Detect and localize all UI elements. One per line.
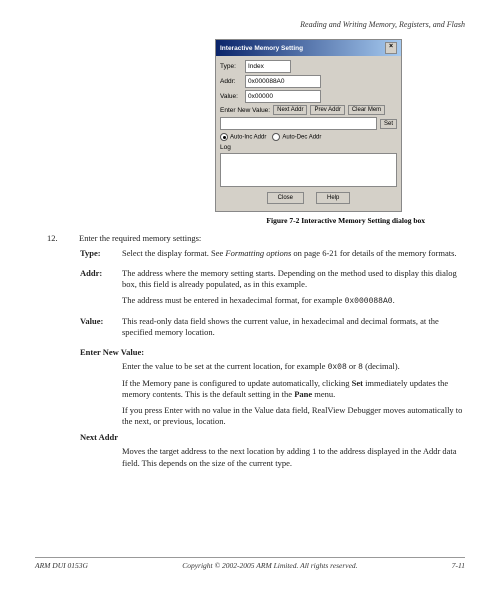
log-textarea[interactable] — [220, 153, 397, 187]
value-field-label: Value: — [80, 316, 122, 343]
prev-addr-button[interactable]: Prev Addr — [310, 105, 344, 115]
log-label: Log — [220, 144, 397, 151]
value-label: Value: — [220, 93, 242, 100]
next-addr-button[interactable]: Next Addr — [273, 105, 307, 115]
help-button[interactable]: Help — [316, 192, 350, 204]
auto-dec-radio[interactable]: Auto-Dec Addr — [272, 133, 321, 141]
auto-inc-radio[interactable]: Auto-Inc Addr — [220, 133, 266, 141]
value-field-text: This read-only data field shows the curr… — [122, 316, 465, 343]
addr-field-text: The address where the memory setting sta… — [122, 268, 465, 312]
type-field-text: Select the display format. See Formattin… — [122, 248, 465, 263]
page-footer: ARM DUI 0153G Copyright © 2002-2005 ARM … — [35, 557, 465, 570]
body-content: 12. Enter the required memory settings: … — [35, 233, 465, 469]
value-display: 0x00000 — [245, 90, 321, 103]
figure-dialog: Interactive Memory Setting × Type: Index… — [215, 39, 465, 212]
dialog-window: Interactive Memory Setting × Type: Index… — [215, 39, 402, 212]
next-addr-heading: Next Addr — [80, 432, 465, 443]
type-label: Type: — [220, 63, 242, 70]
addr-label: Addr: — [220, 78, 242, 85]
dialog-body: Type: Index Addr: 0x000088A0 Value: 0x00… — [216, 56, 401, 211]
footer-center: Copyright © 2002-2005 ARM Limited. All r… — [182, 561, 357, 570]
radio-checked-icon — [220, 133, 228, 141]
document-page: Reading and Writing Memory, Registers, a… — [0, 0, 500, 600]
step-intro: Enter the required memory settings: — [79, 233, 465, 244]
type-field-label: Type: — [80, 248, 122, 263]
addr-field-label: Addr: — [80, 268, 122, 312]
close-button[interactable]: Close — [267, 192, 304, 204]
step-number: 12. — [35, 233, 79, 244]
close-icon[interactable]: × — [385, 42, 397, 54]
enter-new-text: Enter the value to be set at the current… — [122, 361, 465, 428]
dialog-titlebar: Interactive Memory Setting × — [216, 40, 401, 56]
radio-icon — [272, 133, 280, 141]
enter-new-heading: Enter New Value: — [80, 347, 465, 358]
enter-new-label: Enter New Value: — [220, 107, 270, 114]
new-value-input[interactable] — [220, 117, 377, 130]
clear-mem-button[interactable]: Clear Mem — [348, 105, 385, 115]
addr-input[interactable]: 0x000088A0 — [245, 75, 321, 88]
footer-left: ARM DUI 0153G — [35, 561, 88, 570]
figure-caption: Figure 7-2 Interactive Memory Setting di… — [35, 216, 465, 225]
next-addr-text: Moves the target address to the next loc… — [122, 446, 465, 469]
running-header: Reading and Writing Memory, Registers, a… — [35, 20, 465, 29]
set-button[interactable]: Set — [380, 119, 397, 129]
dialog-title-text: Interactive Memory Setting — [220, 45, 303, 52]
footer-right: 7-11 — [452, 561, 465, 570]
type-select[interactable]: Index — [245, 60, 291, 73]
